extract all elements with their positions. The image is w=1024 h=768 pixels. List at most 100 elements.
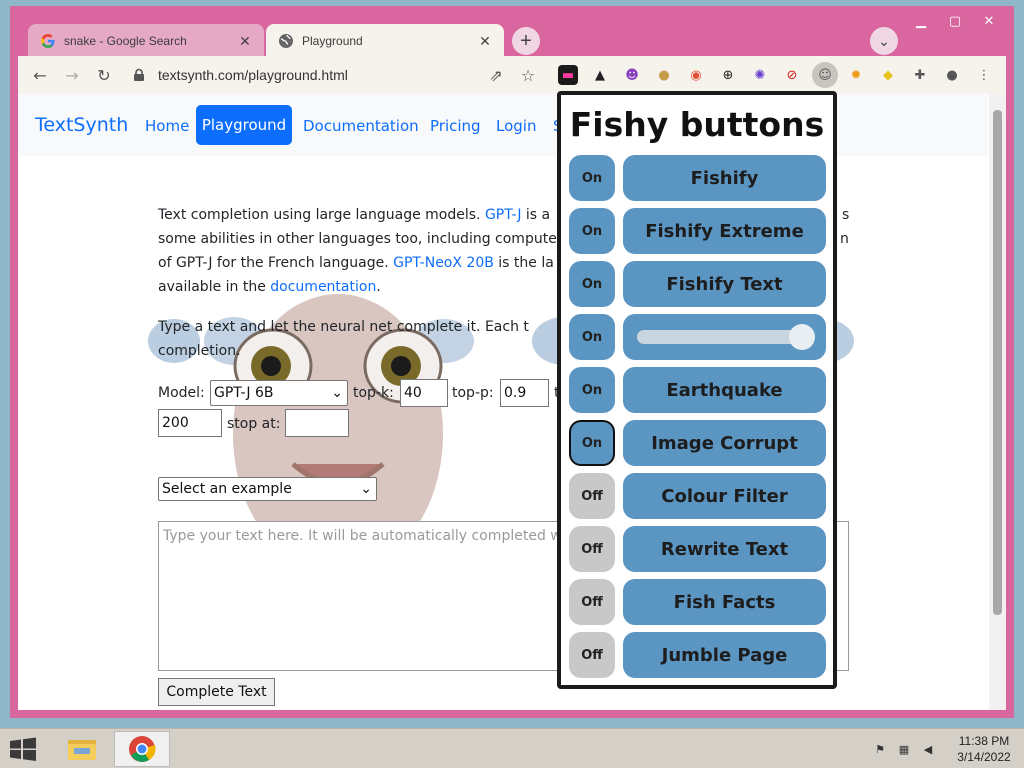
- forward-button[interactable]: →: [58, 61, 86, 89]
- burst-ext-icon[interactable]: ✹: [846, 65, 866, 85]
- chrome-taskbar-button[interactable]: [114, 731, 170, 767]
- intro-line-2: some abilities in other languages too, i…: [158, 231, 557, 247]
- jumble-page-toggle[interactable]: Off: [569, 632, 615, 678]
- rewrite-text-toggle[interactable]: Off: [569, 526, 615, 572]
- reload-button[interactable]: ↻: [90, 61, 118, 89]
- chrome-icon: [129, 736, 156, 762]
- dog-ext-icon[interactable]: ●: [654, 65, 674, 85]
- fishify-row: On Fishify: [569, 155, 826, 201]
- ball-ext-icon[interactable]: ◉: [686, 65, 706, 85]
- earthquake-button[interactable]: Earthquake: [623, 367, 826, 413]
- volume-icon[interactable]: ◀: [918, 739, 938, 759]
- max-tokens-input[interactable]: 200: [158, 409, 222, 437]
- new-tab-button[interactable]: +: [512, 27, 540, 55]
- clock-time: 11:38 PM: [958, 734, 1010, 748]
- gpt-j-link[interactable]: GPT-J: [485, 207, 522, 223]
- fishify-button[interactable]: Fishify: [623, 155, 826, 201]
- puzzle-ext-icon[interactable]: ✚: [910, 65, 930, 85]
- fishify-extreme-toggle[interactable]: On: [569, 208, 615, 254]
- complete-text-button[interactable]: Complete Text: [158, 678, 275, 706]
- colour-filter-toggle[interactable]: Off: [569, 473, 615, 519]
- site-navbar: TextSynth Home Playground Documentation …: [18, 94, 988, 156]
- reload-icon: ↻: [97, 65, 111, 85]
- rewrite-text-row: Off Rewrite Text: [569, 526, 826, 572]
- clock-date: 3/14/2022: [957, 750, 1011, 764]
- jumble-page-row: Off Jumble Page: [569, 632, 826, 678]
- scroll-thumb[interactable]: [993, 110, 1002, 615]
- model-value: GPT-J 6B: [214, 385, 274, 401]
- earthquake-toggle[interactable]: On: [569, 367, 615, 413]
- emoji-ext-icon[interactable]: ▬: [558, 65, 578, 85]
- profile-icon[interactable]: ●: [942, 65, 962, 85]
- nav-home[interactable]: Home: [145, 117, 189, 135]
- folder-icon: [68, 740, 96, 760]
- popup-title: Fishy buttons: [569, 105, 825, 144]
- close-tab-icon[interactable]: ✕: [476, 32, 494, 50]
- fishify-extreme-button[interactable]: Fishify Extreme: [623, 208, 826, 254]
- intro-tail-1: s: [842, 207, 850, 223]
- system-tray: ⚑ ▦ ◀: [870, 739, 938, 759]
- fishify-text-toggle[interactable]: On: [569, 261, 615, 307]
- flag-icon[interactable]: ⚑: [870, 739, 890, 759]
- tab-title: snake - Google Search: [64, 34, 187, 48]
- share-icon: ⇗: [489, 65, 503, 85]
- network-icon[interactable]: ▦: [894, 739, 914, 759]
- colour-filter-button[interactable]: Colour Filter: [623, 473, 826, 519]
- jumble-page-button[interactable]: Jumble Page: [623, 632, 826, 678]
- intro-line-3: of GPT-J for the French language. GPT-Ne…: [158, 251, 554, 275]
- intro-text: is a: [521, 207, 551, 223]
- tab-playground[interactable]: Playground ✕: [266, 24, 504, 58]
- tab-search-button[interactable]: ⌄: [870, 27, 898, 55]
- gpt-neox-link[interactable]: GPT-NeoX 20B: [393, 255, 494, 271]
- intro-text: is the la: [493, 255, 554, 271]
- image-corrupt-toggle[interactable]: On: [569, 420, 615, 466]
- page-viewport: TextSynth Home Playground Documentation …: [18, 94, 1006, 710]
- address-bar[interactable]: textsynth.com/playground.html: [132, 60, 542, 90]
- file-explorer-taskbar-button[interactable]: [54, 731, 110, 767]
- fishy-ext-icon[interactable]: ☺: [812, 62, 838, 88]
- nav-pricing[interactable]: Pricing: [430, 117, 481, 135]
- nav-login[interactable]: Login: [496, 117, 536, 135]
- topp-label: top-p:: [452, 385, 494, 401]
- example-value: Select an example: [162, 481, 292, 497]
- fishify-text-row: On Fishify Text: [569, 261, 826, 307]
- fishify-toggle[interactable]: On: [569, 155, 615, 201]
- nav-playground[interactable]: Playground: [196, 105, 292, 145]
- image-corrupt-button[interactable]: Image Corrupt: [623, 420, 826, 466]
- pikachu-ext-icon[interactable]: ◆: [878, 65, 898, 85]
- bookmark-button[interactable]: ☆: [514, 61, 542, 89]
- hat-ext-icon[interactable]: ▲: [590, 65, 610, 85]
- tab-title: Playground: [302, 34, 363, 48]
- back-button[interactable]: ←: [26, 61, 54, 89]
- model-select[interactable]: GPT-J 6B ⌄: [210, 380, 348, 406]
- topk-input[interactable]: 40: [400, 379, 448, 407]
- share-button[interactable]: ⇗: [482, 61, 510, 89]
- fish-facts-button[interactable]: Fish Facts: [623, 579, 826, 625]
- example-select[interactable]: Select an example ⌄: [158, 477, 377, 501]
- nav-documentation[interactable]: Documentation: [303, 117, 419, 135]
- topp-input[interactable]: 0.9: [500, 379, 549, 407]
- fish-facts-toggle[interactable]: Off: [569, 579, 615, 625]
- skull-ext-icon[interactable]: ☻: [622, 65, 642, 85]
- stop-input[interactable]: [285, 409, 349, 437]
- fish-level-toggle[interactable]: On: [569, 314, 615, 360]
- globe-ext-icon[interactable]: ⊕: [718, 65, 738, 85]
- rewrite-text-button[interactable]: Rewrite Text: [623, 526, 826, 572]
- taskbar-clock[interactable]: 11:38 PM 3/14/2022: [952, 733, 1016, 765]
- windows-start-icon[interactable]: [8, 737, 38, 761]
- chevron-down-icon: ⌄: [360, 481, 372, 497]
- documentation-link[interactable]: documentation: [270, 279, 376, 295]
- menu-icon[interactable]: ⋮: [974, 65, 994, 85]
- fishify-text-button[interactable]: Fishify Text: [623, 261, 826, 307]
- fishify-extreme-row: On Fishify Extreme: [569, 208, 826, 254]
- block-ext-icon[interactable]: ⊘: [782, 65, 802, 85]
- fishy-buttons-popup: Fishy buttons On Fishify On Fishify Extr…: [557, 91, 837, 689]
- fish-level-slider-track[interactable]: [637, 330, 811, 344]
- page-scrollbar[interactable]: [989, 94, 1006, 710]
- site-brand[interactable]: TextSynth: [35, 114, 128, 136]
- virus-ext-icon[interactable]: ✺: [750, 65, 770, 85]
- tab-google-search[interactable]: snake - Google Search ✕: [28, 24, 264, 58]
- close-tab-icon[interactable]: ✕: [236, 32, 254, 50]
- fish-level-slider-thumb[interactable]: [789, 324, 816, 350]
- intro-tail-2: n: [840, 231, 849, 247]
